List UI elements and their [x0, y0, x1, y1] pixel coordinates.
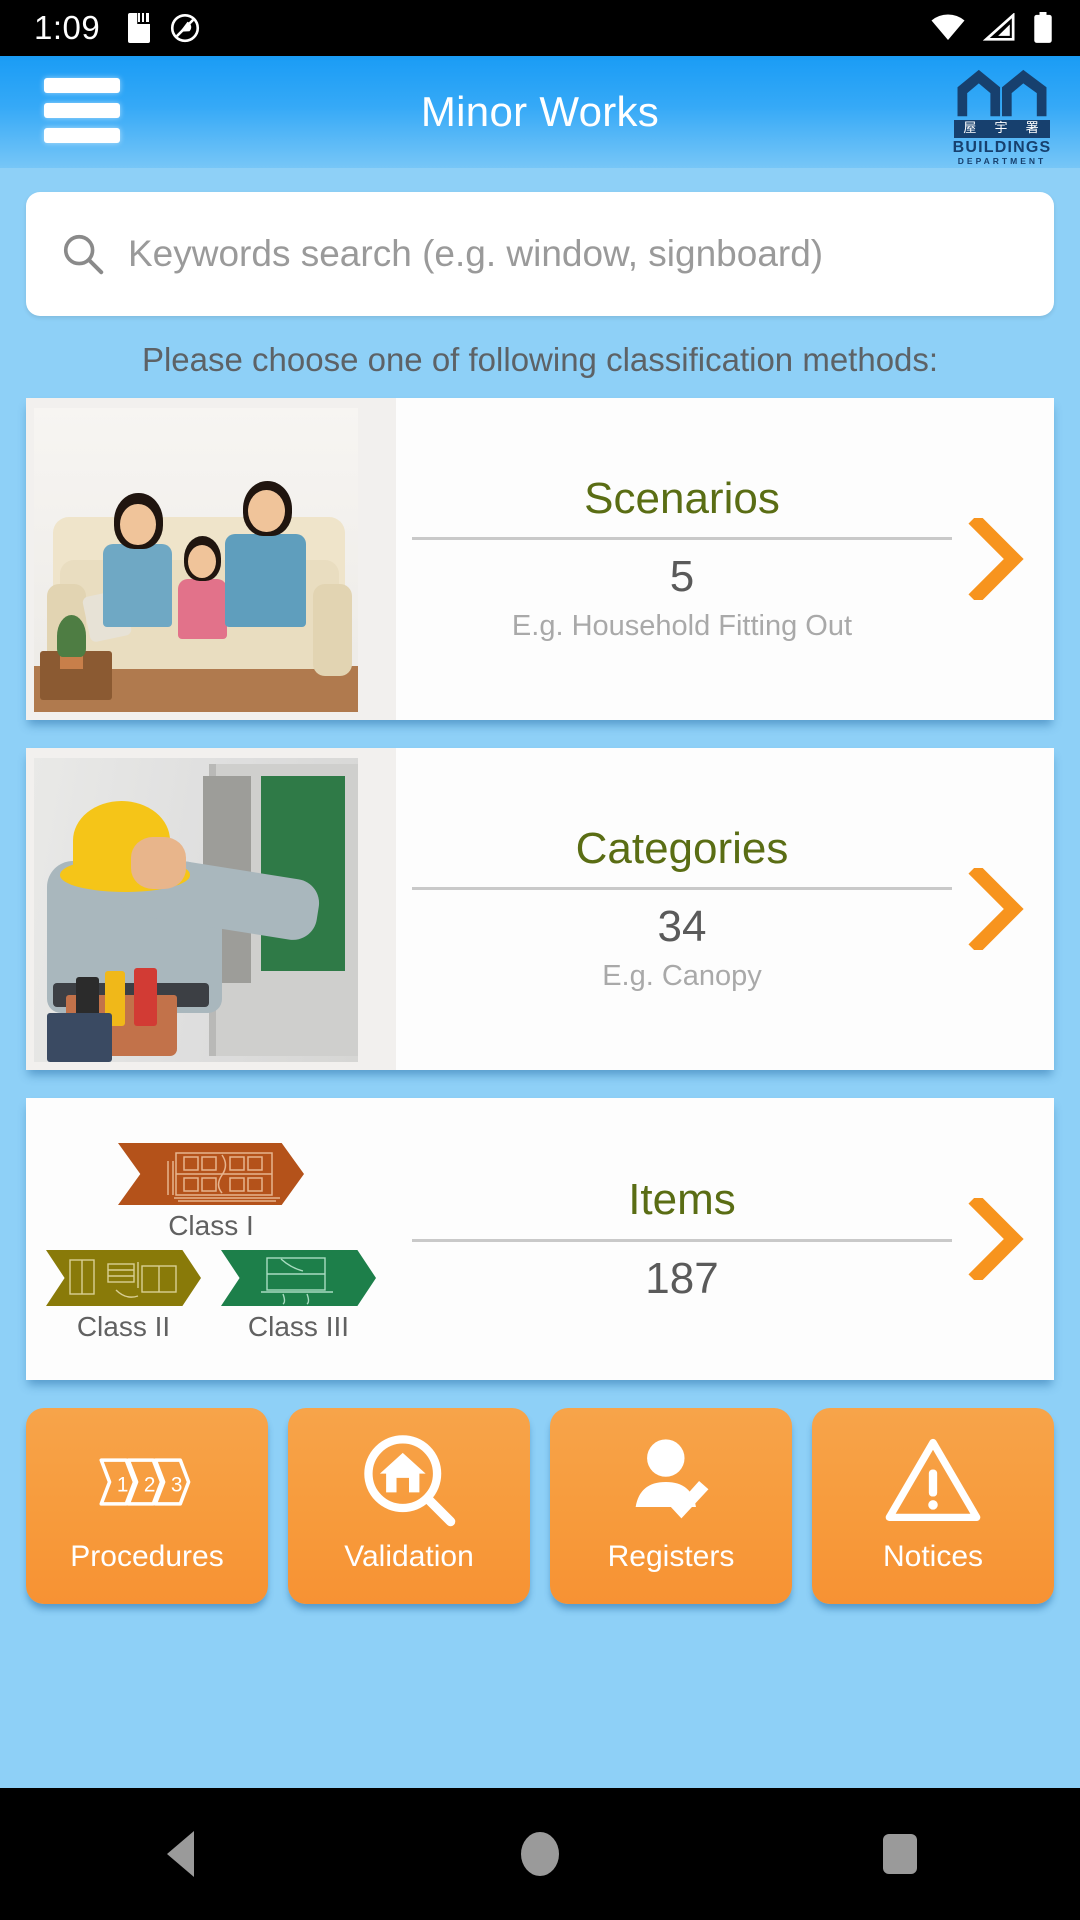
battery-icon — [1034, 12, 1052, 43]
scenarios-thumbnail — [26, 398, 396, 720]
main-content: Keywords search (e.g. window, signboard)… — [0, 168, 1080, 1788]
procedures-button[interactable]: 1 2 3 Procedures — [26, 1408, 268, 1604]
items-card-body: Items 187 — [396, 1098, 1054, 1380]
items-title: Items — [628, 1175, 736, 1225]
logo-department-text: DEPARTMENT — [957, 155, 1047, 166]
divider — [412, 1238, 952, 1242]
status-right-icons — [930, 12, 1054, 44]
search-icon — [63, 234, 104, 275]
chevron-right-icon[interactable] — [968, 518, 1026, 600]
do-not-disturb-icon — [170, 13, 200, 43]
sdcard-icon — [128, 13, 151, 43]
items-class-badges: Class I Class II Class III — [26, 1098, 396, 1380]
registers-button[interactable]: Registers — [550, 1408, 792, 1604]
procedures-label: Procedures — [70, 1540, 224, 1573]
app-bar: Minor Works 屋 宇 署 BUILDINGS DEPARTMENT — [0, 56, 1080, 168]
scenarios-example: E.g. Household Fitting Out — [511, 610, 853, 643]
categories-card-body: Categories 34 E.g. Canopy — [396, 748, 1054, 1070]
recents-button[interactable] — [840, 1819, 960, 1889]
status-time: 1:09 — [34, 9, 101, 46]
items-count: 187 — [645, 1253, 719, 1303]
class-2-block: Class II — [46, 1250, 201, 1341]
class-1-label: Class I — [168, 1210, 254, 1241]
house-magnifier-icon — [364, 1435, 456, 1527]
buildings-department-logo: 屋 宇 署 BUILDINGS DEPARTMENT — [948, 66, 1056, 166]
class-2-chevron-icon — [46, 1250, 201, 1306]
hamburger-menu-icon[interactable] — [44, 78, 120, 148]
divider — [412, 887, 952, 891]
class-1-chevron-icon — [118, 1143, 304, 1205]
scenarios-count: 5 — [669, 552, 695, 602]
validation-label: Validation — [344, 1540, 474, 1573]
action-buttons-row: 1 2 3 Procedures Validation Registers No… — [26, 1408, 1054, 1604]
numbered-chevrons-123-icon: 1 2 3 — [99, 1458, 191, 1506]
phone-screen: 1:09 Minor Works 屋 宇 署 BUILDINGS DEPARTM… — [0, 0, 1080, 1920]
status-bar: 1:09 — [0, 0, 1080, 56]
warning-triangle-icon — [885, 1438, 981, 1521]
card-categories[interactable]: Categories 34 E.g. Canopy — [26, 748, 1054, 1070]
back-button[interactable] — [120, 1819, 240, 1889]
scenarios-card-body: Scenarios 5 E.g. Household Fitting Out — [396, 398, 1054, 720]
notices-label: Notices — [882, 1540, 984, 1573]
categories-example: E.g. Canopy — [602, 960, 762, 993]
cellular-signal-icon — [982, 13, 1015, 41]
wifi-icon — [931, 14, 965, 41]
home-button[interactable] — [480, 1819, 600, 1889]
logo-chinese-text: 屋 宇 署 — [954, 120, 1050, 138]
bd-logo-mark — [957, 69, 1047, 117]
search-input[interactable]: Keywords search (e.g. window, signboard) — [128, 233, 823, 275]
card-items[interactable]: Class I Class II Class III Items 187 — [26, 1098, 1054, 1380]
logo-buildings-text: BUILDINGS — [952, 138, 1052, 156]
status-left-icons — [128, 13, 200, 43]
validation-button[interactable]: Validation — [288, 1408, 530, 1604]
svg-text:2: 2 — [144, 1473, 156, 1496]
class-3-label: Class III — [247, 1311, 350, 1342]
registers-label: Registers — [607, 1540, 735, 1573]
chevron-right-icon[interactable] — [968, 1198, 1026, 1280]
class-1-block: Class I — [118, 1143, 304, 1240]
class-2-label: Class II — [76, 1311, 171, 1342]
scenarios-title: Scenarios — [584, 473, 780, 523]
recents-square-icon — [883, 1834, 917, 1874]
back-triangle-icon — [166, 1831, 194, 1877]
person-check-icon — [635, 1439, 709, 1519]
notices-button[interactable]: Notices — [812, 1408, 1054, 1604]
chevron-right-icon[interactable] — [968, 868, 1026, 950]
android-navigation-bar — [0, 1788, 1080, 1920]
svg-text:1: 1 — [117, 1473, 129, 1496]
page-title: Minor Works — [420, 88, 660, 135]
card-scenarios[interactable]: Scenarios 5 E.g. Household Fitting Out — [26, 398, 1054, 720]
search-bar[interactable]: Keywords search (e.g. window, signboard) — [26, 192, 1054, 316]
categories-count: 34 — [657, 902, 707, 952]
class-3-block: Class III — [221, 1250, 376, 1341]
svg-text:3: 3 — [171, 1473, 183, 1496]
divider — [412, 537, 952, 541]
home-circle-icon — [521, 1832, 559, 1876]
categories-thumbnail — [26, 748, 396, 1070]
class-3-chevron-icon — [221, 1250, 376, 1306]
categories-title: Categories — [575, 823, 789, 873]
classification-instruction: Please choose one of following classific… — [141, 341, 939, 378]
